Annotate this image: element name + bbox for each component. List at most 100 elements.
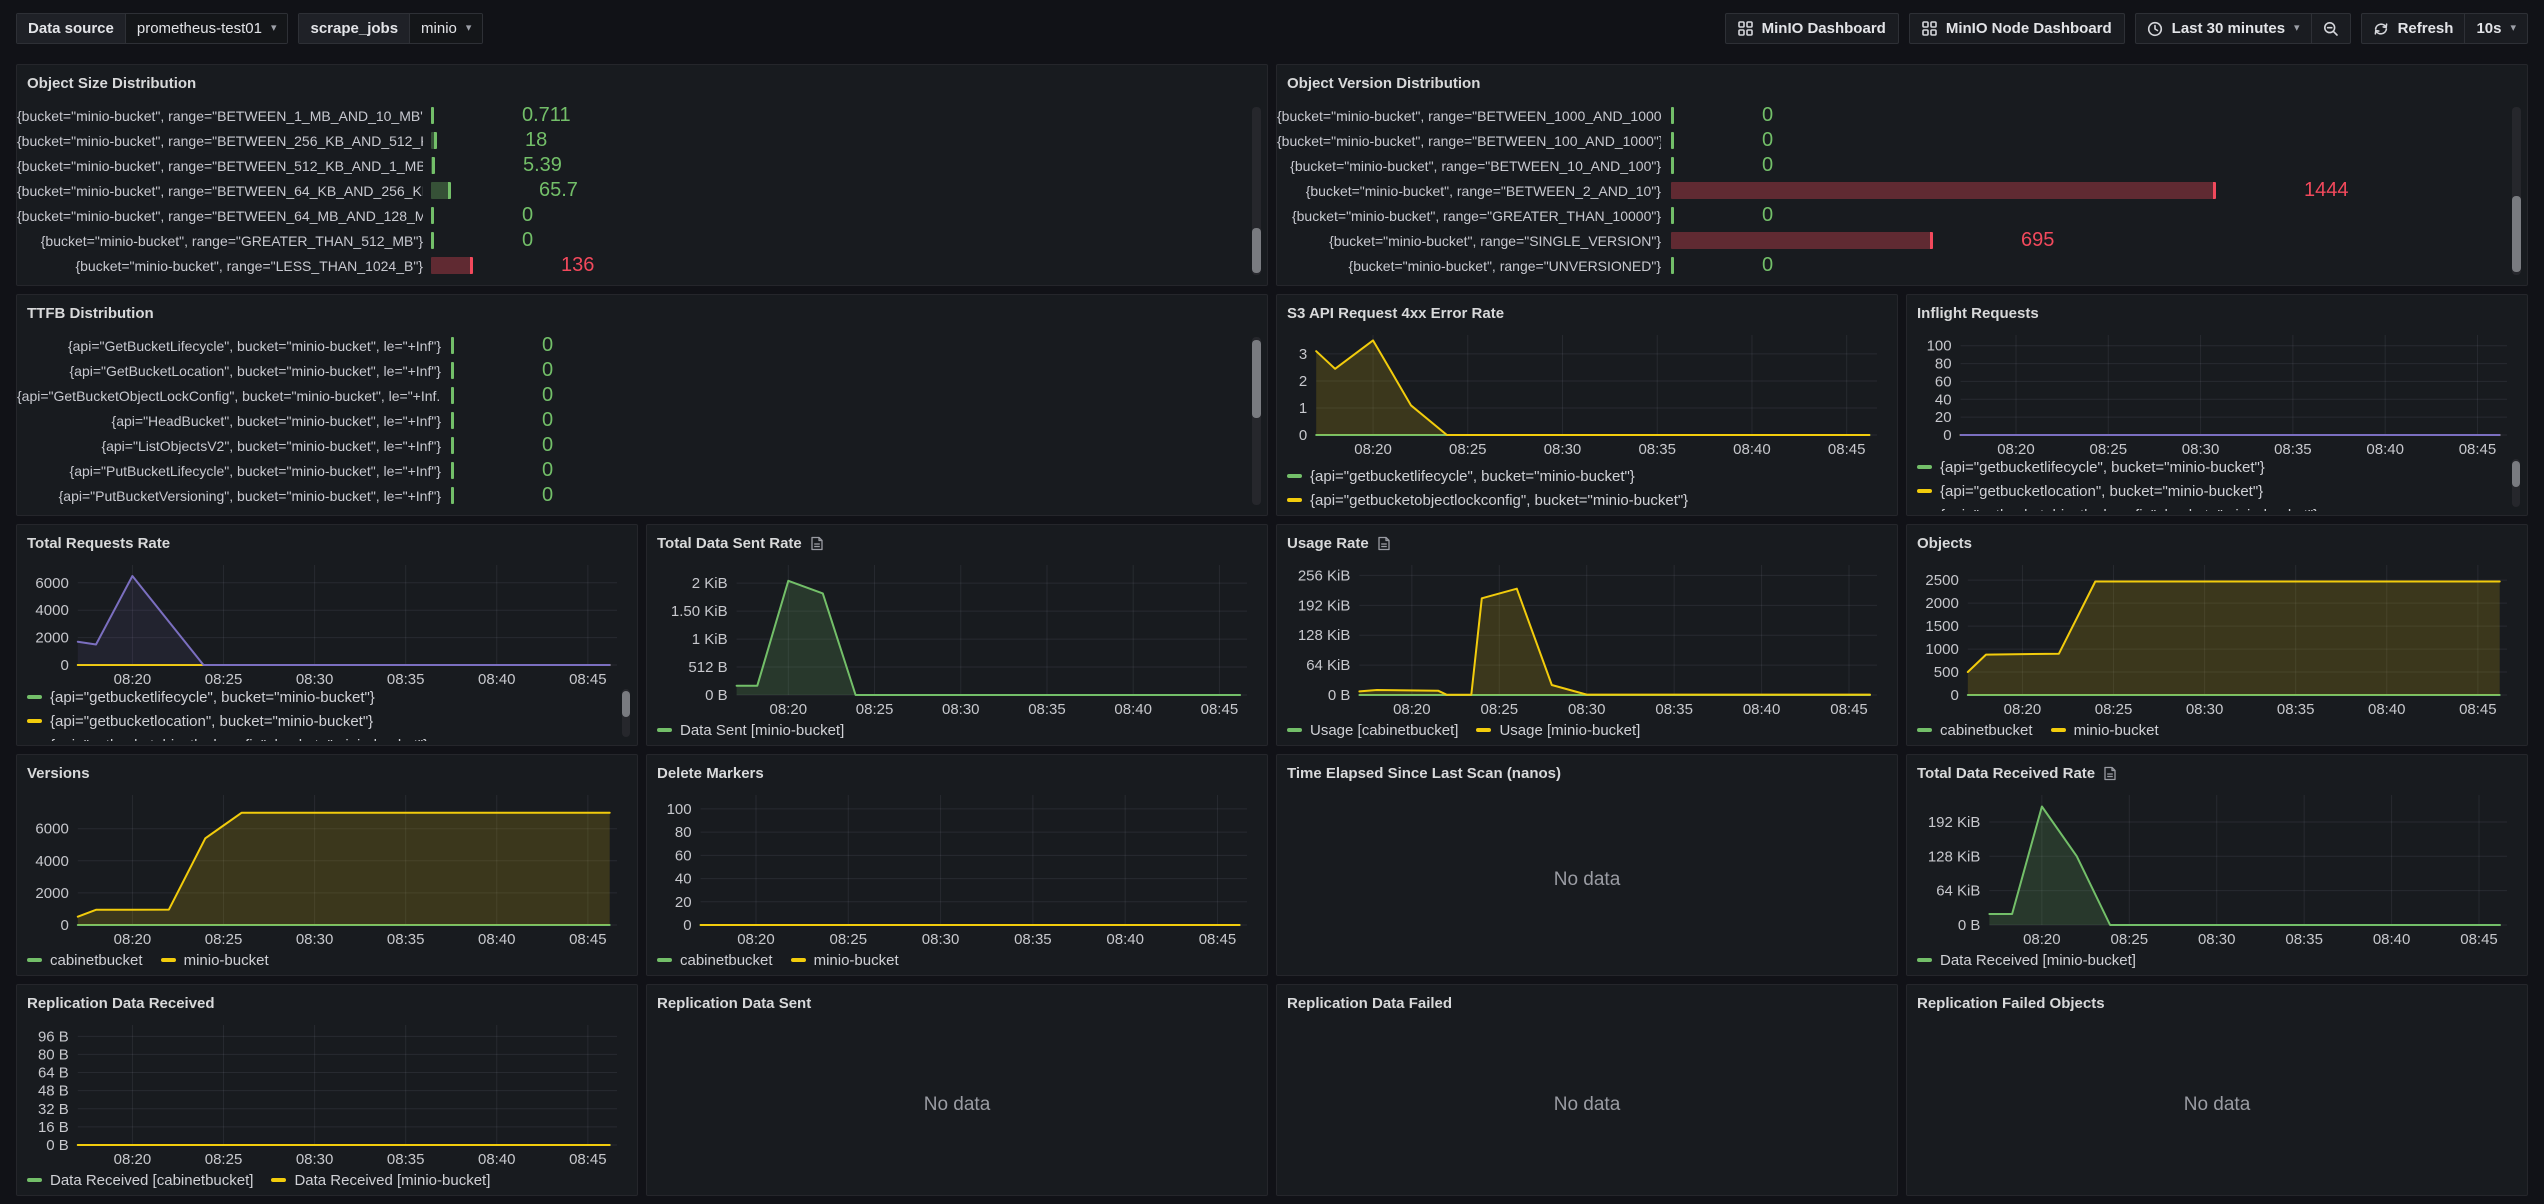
- svg-text:08:35: 08:35: [387, 931, 425, 948]
- panel-title[interactable]: S3 API Request 4xx Error Rate: [1287, 305, 1504, 322]
- timeseries-chart[interactable]: 020004000600008:2008:2508:3008:3508:4008…: [25, 783, 631, 951]
- svg-text:2000: 2000: [35, 630, 68, 647]
- panel-body: {bucket="minio-bucket", range="BETWEEN_1…: [17, 93, 1267, 287]
- legend-item[interactable]: Data Received [minio-bucket]: [1917, 949, 2136, 971]
- timeseries-chart[interactable]: 012308:2008:2508:3008:3508:4008:45: [1285, 323, 1891, 461]
- panel-header: TTFB Distribution: [17, 295, 1267, 323]
- legend-scrollbar-thumb[interactable]: [2512, 461, 2520, 487]
- panel-title[interactable]: Object Size Distribution: [27, 75, 196, 92]
- bar-gauge-bar: [431, 232, 434, 249]
- legend-item[interactable]: {api="getbucketlifecycle", bucket="minio…: [1287, 465, 1873, 487]
- panel-scrollbar-thumb[interactable]: [1252, 228, 1261, 273]
- bar-gauge-bar: [431, 182, 451, 199]
- bar-gauge-bar-zone: 0: [451, 434, 553, 457]
- panel-title[interactable]: Replication Data Received: [27, 995, 215, 1012]
- time-range-picker[interactable]: Last 30 minutes ▾: [2136, 14, 2311, 43]
- legend-item[interactable]: {api="getbucketobjectlockconfig", bucket…: [27, 734, 613, 741]
- svg-text:0: 0: [1950, 687, 1958, 704]
- zoom-out-time-button[interactable]: [2311, 14, 2350, 43]
- panel-replication-failed-objects: Replication Failed ObjectsNo data: [1906, 984, 2528, 1196]
- bar-gauge-row: {bucket="minio-bucket", range="GREATER_T…: [17, 228, 1267, 253]
- panel-title[interactable]: Total Data Sent Rate: [657, 535, 802, 552]
- panel-body: No data: [1907, 1013, 2527, 1197]
- panel-title[interactable]: Object Version Distribution: [1287, 75, 1480, 92]
- panel-title[interactable]: Total Data Received Rate: [1917, 765, 2095, 782]
- legend-item[interactable]: cabinetbucket: [1917, 719, 2033, 741]
- svg-text:64 KiB: 64 KiB: [1936, 883, 1980, 900]
- panel-title[interactable]: Time Elapsed Since Last Scan (nanos): [1287, 765, 1561, 782]
- timeseries-chart[interactable]: 02040608010008:2008:2508:3008:3508:4008:…: [655, 783, 1261, 951]
- panel-title[interactable]: TTFB Distribution: [27, 305, 154, 322]
- panel-description-icon[interactable]: [1377, 536, 1391, 551]
- legend-item-label: cabinetbucket: [680, 952, 773, 969]
- panel-body: {api="GetBucketLifecycle", bucket="minio…: [17, 323, 1267, 517]
- legend-item[interactable]: minio-bucket: [161, 949, 269, 971]
- svg-text:128 KiB: 128 KiB: [1928, 848, 1981, 865]
- panel-title[interactable]: Replication Failed Objects: [1917, 995, 2105, 1012]
- legend-item[interactable]: {api="getbucketlocation", bucket="minio-…: [1917, 480, 2503, 502]
- minio-dashboard-link-button[interactable]: MinIO Dashboard: [1725, 13, 1899, 44]
- timeseries-chart[interactable]: 020004000600008:2008:2508:3008:3508:4008…: [25, 553, 631, 691]
- legend-item[interactable]: Data Received [minio-bucket]: [271, 1169, 490, 1191]
- legend-item[interactable]: Data Sent [minio-bucket]: [657, 719, 844, 741]
- variable-scrapejobs: scrape_jobs minio ▾: [298, 13, 483, 44]
- panel-title[interactable]: Usage Rate: [1287, 535, 1369, 552]
- legend-item[interactable]: {api="getbucketobjectlockconfig", bucket…: [1917, 504, 2503, 511]
- svg-text:0 B: 0 B: [1328, 687, 1351, 704]
- svg-text:08:30: 08:30: [1568, 701, 1606, 718]
- legend-item[interactable]: Usage [cabinetbucket]: [1287, 719, 1458, 741]
- panel-replication-data-sent: Replication Data SentNo data: [646, 984, 1268, 1196]
- svg-text:2: 2: [1299, 373, 1307, 390]
- panel-title[interactable]: Versions: [27, 765, 90, 782]
- variable-scrapejobs-select[interactable]: minio ▾: [410, 14, 482, 43]
- svg-text:08:45: 08:45: [569, 1151, 607, 1168]
- svg-text:0 B: 0 B: [1958, 917, 1981, 934]
- legend-item[interactable]: Usage [minio-bucket]: [1476, 719, 1640, 741]
- svg-text:100: 100: [667, 801, 692, 818]
- chevron-down-icon: ▾: [271, 23, 277, 34]
- minio-node-dashboard-link-button[interactable]: MinIO Node Dashboard: [1909, 13, 2125, 44]
- svg-text:08:35: 08:35: [1655, 701, 1693, 718]
- panel-delete-markers: Delete Markers02040608010008:2008:2508:3…: [646, 754, 1268, 976]
- panel-description-icon[interactable]: [810, 536, 824, 551]
- svg-text:2 KiB: 2 KiB: [692, 575, 728, 592]
- bar-gauge-value: 5.39: [523, 154, 562, 177]
- bar-gauge-value: 0: [1762, 154, 1773, 177]
- legend-scrollbar-thumb[interactable]: [622, 691, 630, 717]
- legend-item[interactable]: cabinetbucket: [657, 949, 773, 971]
- panel-title[interactable]: Inflight Requests: [1917, 305, 2039, 322]
- legend-item[interactable]: {api="getbucketlifecycle", bucket="minio…: [27, 686, 613, 708]
- timeseries-chart[interactable]: 0 B16 B32 B48 B64 B80 B96 B08:2008:2508:…: [25, 1013, 631, 1171]
- svg-text:16 B: 16 B: [38, 1119, 69, 1136]
- panel-title[interactable]: Replication Data Sent: [657, 995, 811, 1012]
- panel-description-icon[interactable]: [2103, 766, 2117, 781]
- timeseries-chart[interactable]: 0500100015002000250008:2008:2508:3008:35…: [1915, 553, 2521, 721]
- legend-item[interactable]: cabinetbucket: [27, 949, 143, 971]
- timeseries-chart[interactable]: 0 B64 KiB128 KiB192 KiB08:2008:2508:3008…: [1915, 783, 2521, 951]
- bar-gauge-row: {api="PutBucketLifecycle", bucket="minio…: [17, 458, 1267, 483]
- legend-item[interactable]: {api="getbucketlifecycle", bucket="minio…: [1917, 456, 2503, 478]
- legend-item[interactable]: minio-bucket: [791, 949, 899, 971]
- panel-title[interactable]: Replication Data Failed: [1287, 995, 1452, 1012]
- refresh-interval-select[interactable]: 10s ▾: [2464, 14, 2527, 43]
- timeseries-chart[interactable]: 0 B512 B1 KiB1.50 KiB2 KiB08:2008:2508:3…: [655, 553, 1261, 721]
- panel-title[interactable]: Total Requests Rate: [27, 535, 170, 552]
- bar-gauge-row: {bucket="minio-bucket", range="BETWEEN_2…: [17, 128, 1267, 153]
- panel-title[interactable]: Delete Markers: [657, 765, 764, 782]
- refresh-button[interactable]: Refresh: [2362, 14, 2465, 43]
- svg-text:4000: 4000: [35, 602, 68, 619]
- timeseries-chart[interactable]: 0 B64 KiB128 KiB192 KiB256 KiB08:2008:25…: [1285, 553, 1891, 721]
- legend-item[interactable]: Data Received [cabinetbucket]: [27, 1169, 253, 1191]
- variable-datasource-select[interactable]: prometheus-test01 ▾: [126, 14, 288, 43]
- panel-scrollbar-thumb[interactable]: [2512, 196, 2521, 272]
- timeseries-chart[interactable]: 02040608010008:2008:2508:3008:3508:4008:…: [1915, 323, 2521, 461]
- panel-title[interactable]: Objects: [1917, 535, 1972, 552]
- legend-swatch: [271, 1178, 286, 1182]
- legend-item[interactable]: {api="getbucketobjectlockconfig", bucket…: [1287, 489, 1873, 511]
- legend-swatch: [27, 1178, 42, 1182]
- legend-item[interactable]: {api="getbucketlocation", bucket="minio-…: [27, 710, 613, 732]
- legend-item[interactable]: minio-bucket: [2051, 719, 2159, 741]
- refresh-sync-icon: [2373, 21, 2389, 37]
- panel-scrollbar-thumb[interactable]: [1252, 340, 1261, 417]
- bar-gauge-row-label: {bucket="minio-bucket", range="BETWEEN_6…: [17, 208, 423, 224]
